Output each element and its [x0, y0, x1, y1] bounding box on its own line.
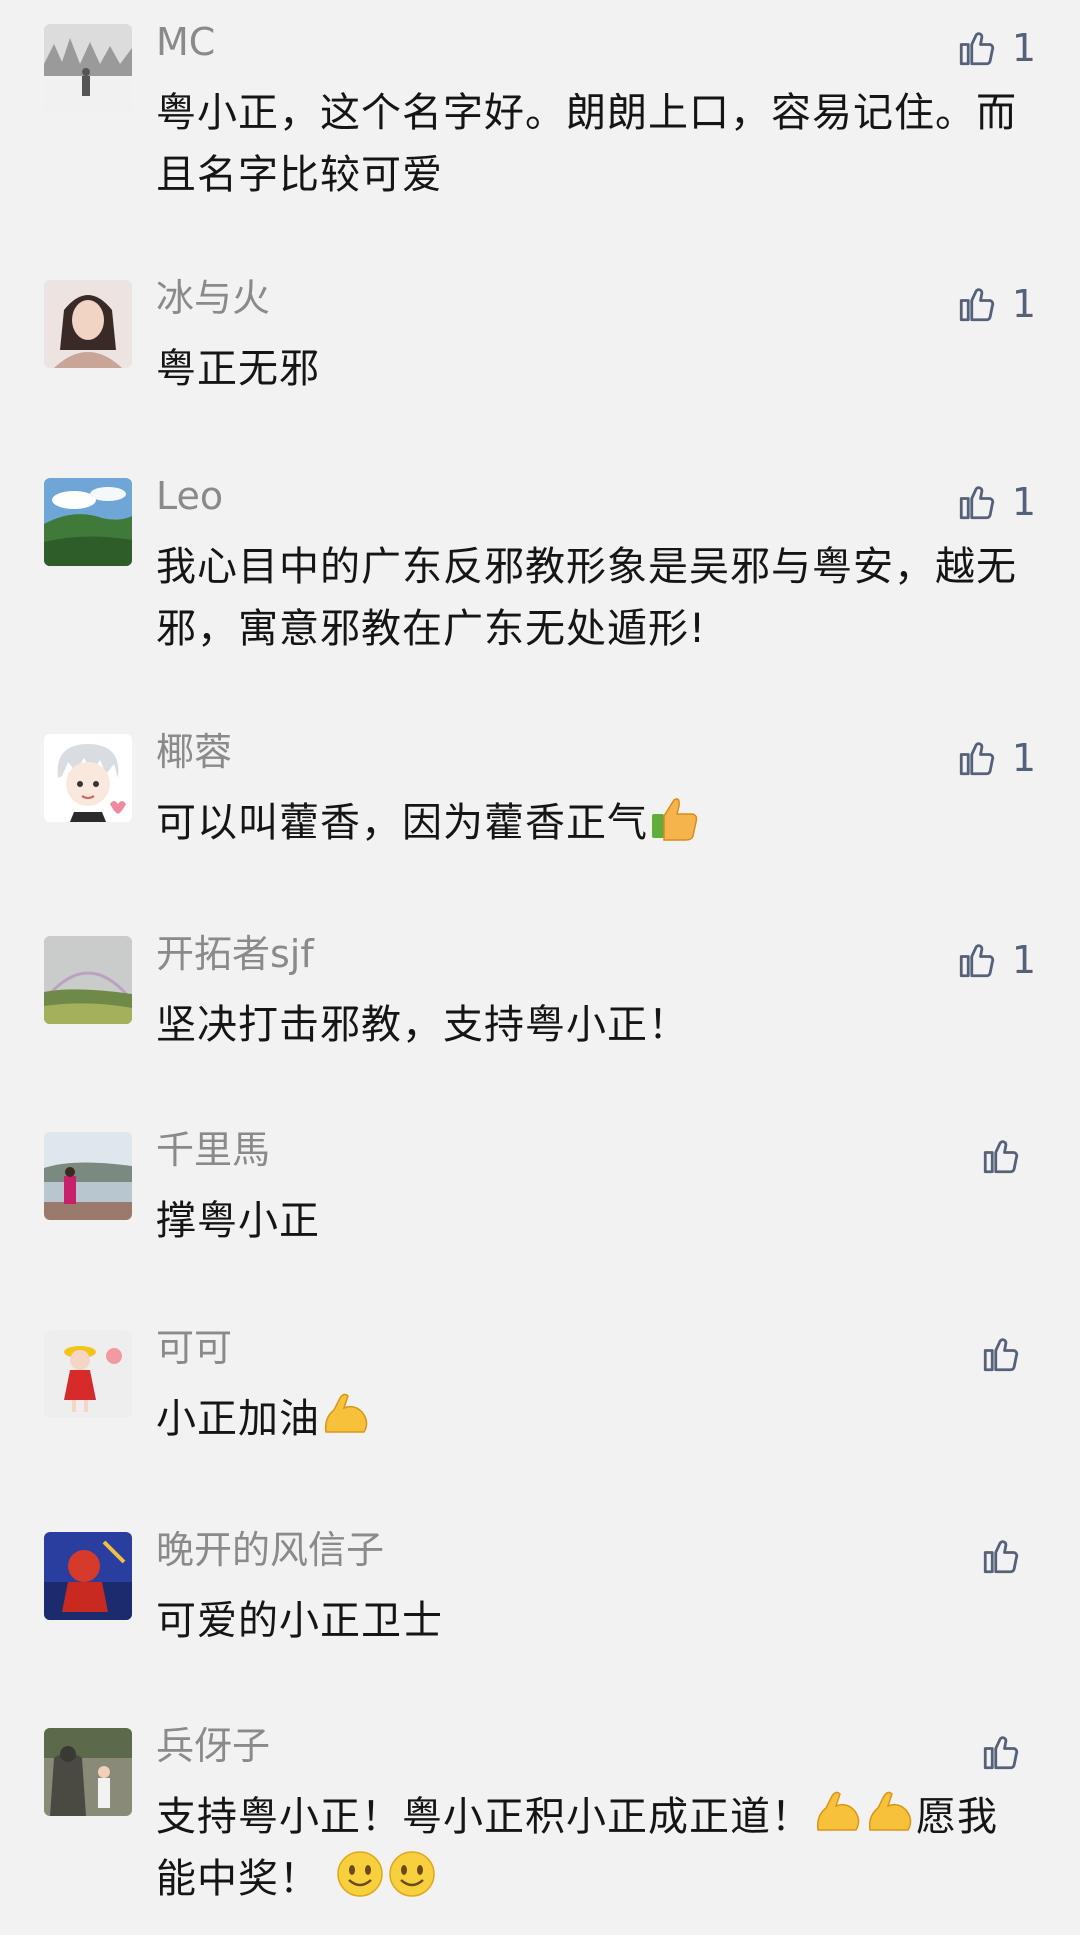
comment-text: 粤正无邪	[156, 346, 320, 392]
thumbs-up-icon	[959, 32, 994, 66]
thumbs-up-icon	[959, 288, 994, 322]
smiling-face-emoji-icon	[386, 1848, 438, 1900]
doll-toy-photo-icon	[44, 1330, 132, 1418]
comment-author[interactable]: 开拓者sjf	[156, 930, 314, 978]
child-statue-photo-icon	[44, 1728, 132, 1816]
thumbs-up-icon	[983, 1736, 1019, 1770]
comment-author[interactable]: 千里馬	[156, 1126, 270, 1174]
woman-portrait-photo-icon	[44, 280, 132, 368]
thumbs-up-icon	[959, 742, 994, 776]
rainbow-field-photo-icon	[44, 936, 132, 1024]
comment-author[interactable]: 兵伢子	[156, 1722, 270, 1770]
like-button[interactable]	[980, 1532, 1036, 1580]
flexed-biceps-emoji-icon	[812, 1786, 864, 1838]
comment-text: 粤小正，这个名字好。朗朗上口，容易记住。而且名字比较可爱	[156, 90, 1017, 198]
comment-text-body: 可以叫藿香，因为藿香正气	[156, 800, 648, 846]
comment-text: 可爱的小正卫士	[156, 1598, 443, 1644]
like-count: 1	[1011, 282, 1036, 326]
like-count: 1	[1011, 938, 1036, 982]
comment-text: 坚决打击邪教，支持粤小正！	[156, 1002, 689, 1048]
avatar[interactable]	[44, 280, 132, 368]
thumbs-up-icon	[983, 1140, 1019, 1174]
comment-text: 可以叫藿香，因为藿香正气	[156, 792, 1036, 854]
anime-character-icon	[44, 734, 132, 822]
like-button[interactable]	[980, 1132, 1036, 1180]
like-button[interactable]	[980, 1728, 1036, 1776]
like-button[interactable]: 1	[956, 280, 1036, 328]
comment-author[interactable]: 可可	[156, 1324, 232, 1372]
comment-author[interactable]: MC	[156, 18, 215, 66]
comment-author[interactable]: Leo	[156, 472, 223, 520]
comment-author[interactable]: 椰蓉	[156, 728, 232, 776]
like-button[interactable]	[980, 1330, 1036, 1378]
comment-text-body: 小正加油	[156, 1396, 320, 1442]
like-button[interactable]: 1	[956, 734, 1036, 782]
like-button[interactable]: 1	[956, 24, 1036, 72]
like-button[interactable]: 1	[956, 478, 1036, 526]
thumbs-up-icon	[959, 486, 994, 520]
cartoon-character-icon	[44, 1532, 132, 1620]
comment-text-body: 支持粤小正！粤小正积小正成正道！	[156, 1794, 812, 1840]
like-button[interactable]: 1	[956, 936, 1036, 984]
comment-text: 小正加油	[156, 1388, 1036, 1450]
comment-list: MC 1 粤小正，这个名字好。朗朗上口，容易记住。而且名字比较可爱 冰与火 1	[0, 0, 1080, 1935]
flexed-biceps-emoji-icon	[320, 1388, 372, 1440]
comment-text: 支持粤小正！粤小正积小正成正道！ 愿我能中奖！	[156, 1786, 1036, 1910]
snowy-park-photo-icon	[44, 24, 132, 112]
person-waterfront-photo-icon	[44, 1132, 132, 1220]
comment-text: 撑粤小正	[156, 1198, 320, 1244]
comment-author[interactable]: 晚开的风信子	[156, 1526, 384, 1574]
avatar[interactable]	[44, 24, 132, 112]
avatar[interactable]	[44, 1330, 132, 1418]
mountain-sky-photo-icon	[44, 478, 132, 566]
avatar[interactable]	[44, 478, 132, 566]
like-count: 1	[1011, 480, 1036, 524]
smiling-face-emoji-icon	[334, 1848, 386, 1900]
comment-text: 我心目中的广东反邪教形象是吴邪与粤安，越无邪，寓意邪教在广东无处遁形!	[156, 544, 1017, 652]
thumbs-up-icon	[983, 1540, 1019, 1574]
avatar[interactable]	[44, 1132, 132, 1220]
avatar[interactable]	[44, 936, 132, 1024]
thumbs-up-icon	[983, 1338, 1019, 1372]
like-count: 1	[1011, 26, 1036, 70]
avatar[interactable]	[44, 1728, 132, 1816]
thumbs-up-icon	[959, 944, 994, 978]
avatar[interactable]	[44, 1532, 132, 1620]
like-count: 1	[1011, 736, 1036, 780]
flexed-biceps-emoji-icon	[864, 1786, 916, 1838]
avatar[interactable]	[44, 734, 132, 822]
thumbs-up-emoji-icon	[648, 792, 700, 844]
comment-author[interactable]: 冰与火	[156, 274, 270, 322]
